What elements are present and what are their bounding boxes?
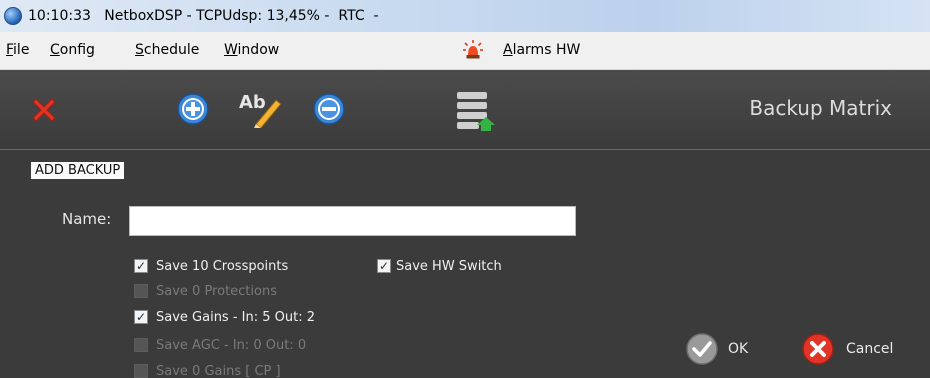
page-title: Backup Matrix: [749, 96, 892, 120]
remove-icon[interactable]: [312, 92, 346, 126]
checkbox-label: Save HW Switch: [396, 258, 502, 274]
checkbox-box: [134, 364, 148, 378]
name-label: Name:: [62, 210, 112, 228]
menu-schedule[interactable]: Schedule: [135, 42, 199, 58]
checkbox-label: Save 10 Crosspoints: [156, 258, 289, 274]
menu-alarms-hw[interactable]: Alarms HW: [503, 42, 580, 58]
app-globe-icon: [4, 7, 22, 25]
menu-config[interactable]: Config: [50, 42, 95, 58]
cancel-circle-icon: [802, 333, 834, 365]
app-window: 10:10:33 NetboxDSP - TCPUdsp: 13,45% - R…: [0, 0, 930, 378]
checkbox-save-gains[interactable]: Save Gains - In: 5 Out: 2: [134, 308, 315, 326]
menu-bar: File Config Schedule Window Alarms HW: [0, 32, 930, 70]
database-upload-icon[interactable]: [455, 90, 499, 132]
checkbox-save-gains-cp: Save 0 Gains [ CP ]: [134, 362, 281, 378]
checkbox-label: Save 0 Protections: [156, 283, 277, 299]
checkbox-box[interactable]: [377, 259, 391, 273]
checkbox-box: [134, 338, 148, 352]
check-circle-icon: [686, 333, 718, 365]
checkbox-save-hw-switch[interactable]: Save HW Switch: [377, 257, 502, 275]
rename-icon[interactable]: Ab: [238, 88, 284, 128]
ok-button[interactable]: OK: [685, 332, 748, 366]
ok-label: OK: [728, 341, 749, 357]
checkbox-label: Save Gains - In: 5 Out: 2: [156, 309, 316, 325]
cancel-button[interactable]: Cancel: [801, 332, 893, 366]
checkbox-box: [134, 284, 148, 298]
checkbox-label: Save AGC - In: 0 Out: 0: [156, 337, 307, 353]
menu-file[interactable]: File: [6, 42, 29, 58]
checkbox-save-agc: Save AGC - In: 0 Out: 0: [134, 336, 306, 354]
cancel-label: Cancel: [846, 341, 894, 357]
toolbar: Ab Backup Matrix: [0, 70, 930, 150]
checkbox-box[interactable]: [134, 259, 148, 273]
add-icon[interactable]: [176, 92, 210, 126]
svg-text:Ab: Ab: [239, 92, 266, 113]
alarm-siren-icon[interactable]: [463, 40, 483, 60]
name-input[interactable]: [129, 206, 576, 236]
checkbox-save-protections: Save 0 Protections: [134, 282, 277, 300]
checkbox-box[interactable]: [134, 310, 148, 324]
title-bar: 10:10:33 NetboxDSP - TCPUdsp: 13,45% - R…: [0, 0, 930, 32]
close-icon[interactable]: [28, 94, 60, 126]
checkbox-label: Save 0 Gains [ CP ]: [156, 363, 281, 378]
checkbox-save-crosspoints[interactable]: Save 10 Crosspoints: [134, 257, 288, 275]
section-label: ADD BACKUP: [31, 162, 125, 179]
window-title: 10:10:33 NetboxDSP - TCPUdsp: 13,45% - R…: [28, 8, 379, 24]
menu-window[interactable]: Window: [224, 42, 279, 58]
